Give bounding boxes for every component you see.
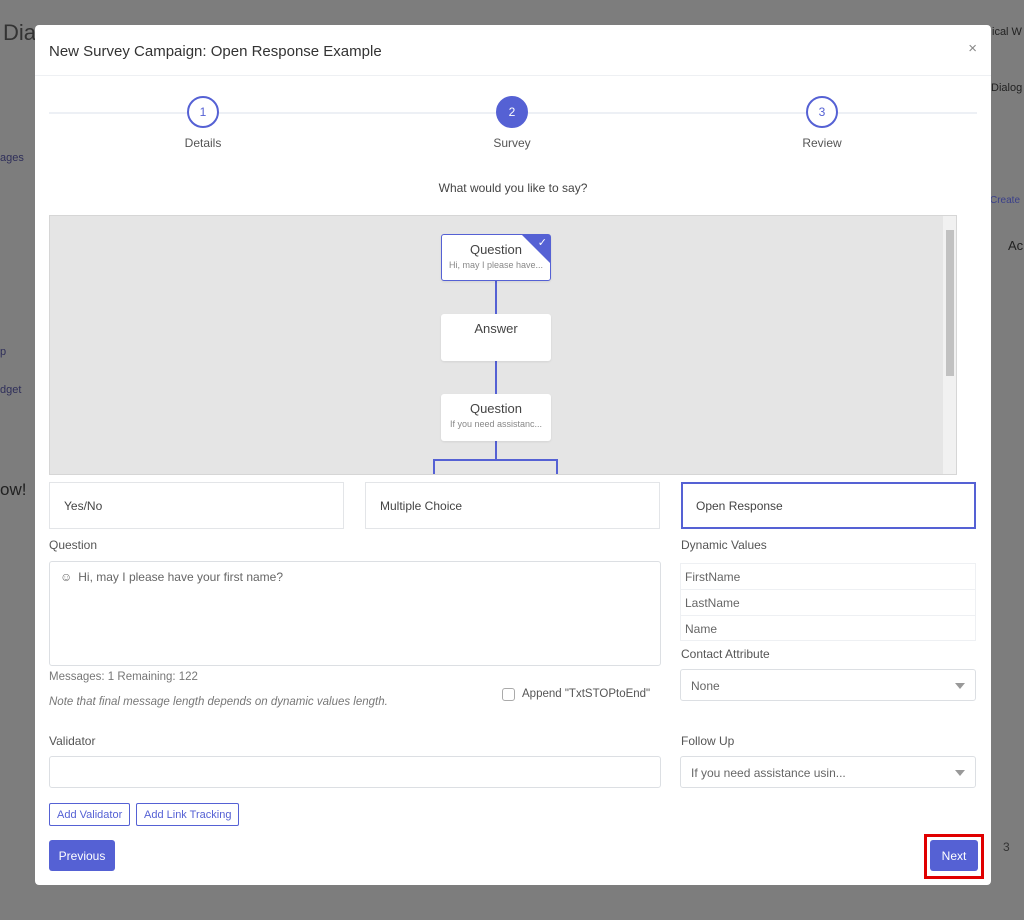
- flow-node-question[interactable]: ✓ Question Hi, may I please have...: [441, 234, 551, 281]
- node-title: Question: [469, 401, 523, 416]
- question-label: Question: [49, 538, 98, 552]
- flow-node-answer[interactable]: Answer: [441, 314, 551, 361]
- select-value: If you need assistance usin...: [691, 766, 846, 780]
- bg-user: ical W: [992, 26, 1022, 38]
- question-value: Hi, may I please have your first name?: [78, 570, 284, 584]
- bg-header-right: Dialog: [991, 82, 1023, 94]
- check-circle-icon: ✓: [537, 237, 547, 249]
- bg-sidebar-p: p: [0, 346, 7, 358]
- survey-modal: New Survey Campaign: Open Response Examp…: [35, 25, 991, 885]
- contact-attribute-label: Contact Attribute: [681, 647, 770, 661]
- connector: [433, 459, 435, 474]
- type-open-response[interactable]: Open Response: [681, 482, 976, 529]
- prompt-text: What would you like to say?: [438, 181, 588, 195]
- add-link-tracking-button[interactable]: Add Link Tracking: [136, 803, 240, 826]
- bg-sidebar-link: ages: [0, 152, 24, 164]
- bg-col: Ac: [1008, 238, 1024, 253]
- bg-page: 3: [1003, 840, 1010, 854]
- flow-node-question[interactable]: Question If you need assistanc...: [441, 394, 551, 441]
- validator-label: Validator: [49, 734, 96, 748]
- connector: [433, 459, 558, 461]
- dynamic-value-item[interactable]: Name: [681, 616, 975, 640]
- bg-brand: Dia: [3, 20, 37, 45]
- chevron-down-icon: [955, 770, 965, 776]
- contact-attribute-select[interactable]: None: [680, 669, 976, 701]
- node-subtitle: If you need assistanc...: [449, 419, 543, 429]
- step-label: Details: [184, 136, 222, 150]
- previous-button[interactable]: Previous: [49, 840, 115, 871]
- step-label: Review: [802, 136, 842, 150]
- flow-canvas[interactable]: ✓ Question Hi, may I please have... Answ…: [49, 215, 957, 475]
- question-textarea[interactable]: ☺ Hi, may I please have your first name?: [49, 561, 661, 666]
- canvas-scrollbar[interactable]: [943, 216, 956, 474]
- dynamic-value-item[interactable]: LastName: [681, 590, 975, 616]
- message-counter: Messages: 1 Remaining: 122: [49, 671, 198, 683]
- step-review[interactable]: 3 Review: [772, 96, 872, 150]
- select-value: None: [691, 679, 720, 693]
- bg-promo: ow!: [0, 480, 27, 499]
- dynamic-values-list[interactable]: FirstName LastName Name: [680, 563, 976, 641]
- dynamic-values-label: Dynamic Values: [681, 538, 767, 552]
- node-title: Answer: [474, 321, 518, 336]
- chevron-down-icon: [955, 683, 965, 689]
- close-icon[interactable]: ×: [968, 40, 977, 57]
- next-button[interactable]: Next: [930, 840, 978, 871]
- length-note: Note that final message length depends o…: [49, 696, 388, 708]
- step-number: 2: [496, 96, 528, 128]
- add-validator-button[interactable]: Add Validator: [49, 803, 131, 826]
- bg-sidebar-widget: dget: [0, 384, 22, 396]
- step-label: Survey: [493, 136, 531, 150]
- divider: [35, 75, 991, 76]
- follow-up-label: Follow Up: [681, 734, 735, 748]
- type-yes-no[interactable]: Yes/No: [49, 482, 344, 529]
- connector: [495, 361, 497, 396]
- emoji-icon[interactable]: ☺: [60, 570, 72, 584]
- modal-title: New Survey Campaign: Open Response Examp…: [49, 43, 382, 60]
- step-number: 1: [187, 96, 219, 128]
- step-number: 3: [806, 96, 838, 128]
- connector: [495, 441, 497, 461]
- step-details[interactable]: 1 Details: [153, 96, 253, 150]
- connector: [495, 280, 497, 315]
- step-survey[interactable]: 2 Survey: [462, 96, 562, 150]
- follow-up-select[interactable]: If you need assistance usin...: [680, 756, 976, 788]
- dynamic-value-item[interactable]: FirstName: [681, 564, 975, 590]
- validator-input[interactable]: [49, 756, 661, 788]
- scrollbar-thumb[interactable]: [946, 230, 954, 376]
- append-label: Append "TxtSTOPtoEnd": [522, 688, 651, 700]
- type-multiple-choice[interactable]: Multiple Choice: [365, 482, 660, 529]
- append-checkbox[interactable]: [502, 688, 515, 701]
- connector: [556, 459, 558, 474]
- bg-create: Create: [990, 195, 1021, 206]
